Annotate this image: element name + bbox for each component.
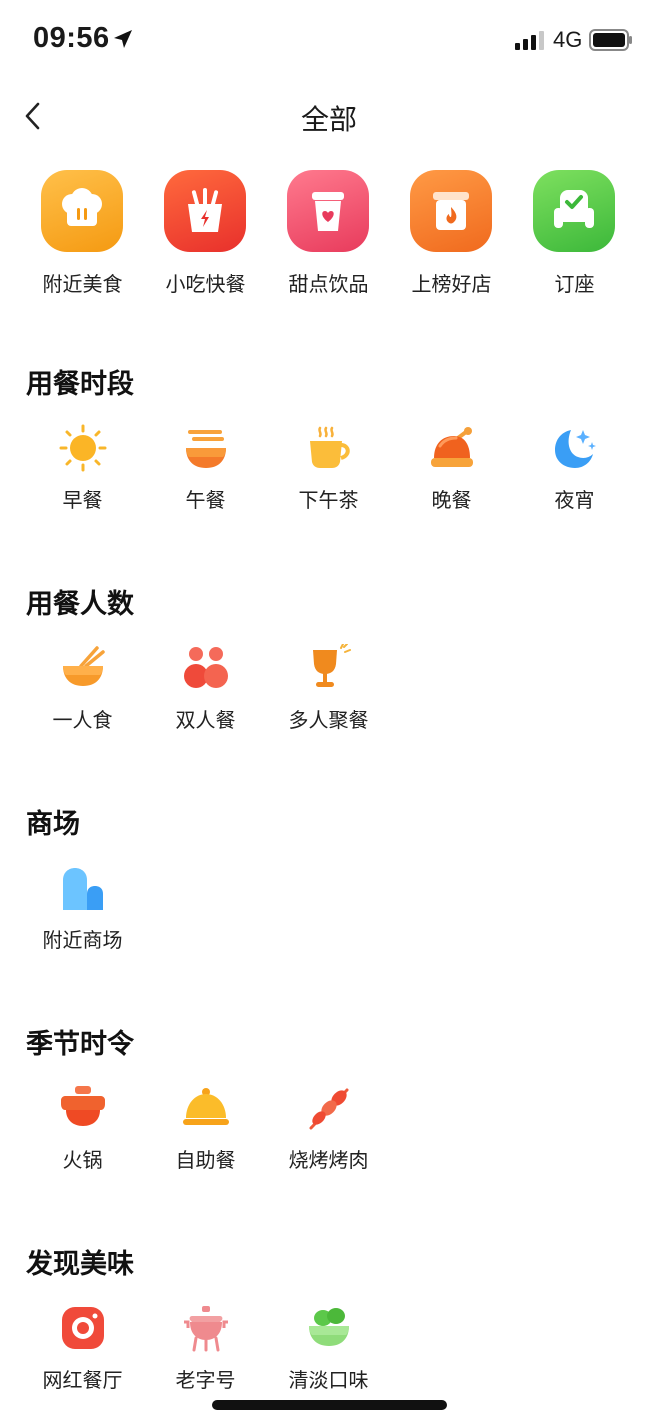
item-afternoon-tea[interactable]: 下午茶 [267, 424, 390, 536]
category-label: 上榜好店 [411, 272, 492, 296]
item-label: 午餐 [185, 488, 226, 512]
ancient-cauldron-icon [184, 1306, 228, 1352]
item-nearby-mall[interactable]: 附近商场 [21, 864, 144, 976]
category-label: 小吃快餐 [165, 272, 246, 296]
item-lunch[interactable]: 午餐 [144, 424, 267, 536]
item-solo-dining[interactable]: 一人食 [21, 644, 144, 756]
item-label: 老字号 [175, 1368, 236, 1392]
chef-hat-icon [41, 170, 123, 252]
category-top-ranked-stores[interactable]: 上榜好店 [390, 170, 513, 300]
drink-cup-icon [287, 170, 369, 252]
section-mall: 商场 附近商场 [0, 802, 658, 992]
section-title: 季节时令 [26, 1029, 134, 1060]
two-people-icon [184, 647, 228, 688]
noodle-bowl-icon [186, 430, 226, 468]
salad-bowl-icon [309, 1308, 349, 1346]
item-late-night-snack[interactable]: 夜宵 [513, 424, 636, 536]
rice-bowl-icon [63, 646, 105, 686]
category-dessert-drinks[interactable]: 甜点饮品 [267, 170, 390, 300]
hotpot-icon [61, 1086, 105, 1126]
sun-icon [59, 424, 107, 472]
reserved-seat-icon [533, 170, 615, 252]
section-party-size: 用餐人数 一人食 双人餐 多人聚餐 [0, 582, 658, 772]
roast-chicken-icon [431, 427, 473, 467]
bbq-skewer-icon [309, 1088, 349, 1130]
battery-icon [589, 29, 632, 51]
item-label: 烧烤烤肉 [288, 1148, 369, 1172]
item-label: 下午茶 [298, 488, 359, 512]
coffee-cup-icon [310, 426, 350, 468]
food-cloche-icon [183, 1088, 229, 1125]
top-category-grid: 附近美食 小吃快餐 甜点饮品 上榜好店 订座 [0, 170, 658, 300]
section-meal-time: 用餐时段 早餐 午餐 下午茶 晚餐 夜宵 [0, 362, 658, 552]
fries-box-icon [164, 170, 246, 252]
item-label: 双人餐 [175, 708, 236, 732]
mall-building-icon [63, 868, 103, 910]
item-trendy-restaurant[interactable]: 网红餐厅 [21, 1304, 144, 1416]
item-double-dining[interactable]: 双人餐 [144, 644, 267, 756]
item-breakfast[interactable]: 早餐 [21, 424, 144, 536]
status-bar: 09:56 4G [0, 0, 658, 80]
signal-strength-icon [515, 31, 544, 50]
category-label: 订座 [554, 272, 595, 296]
item-label: 夜宵 [554, 488, 595, 512]
section-title: 发现美味 [26, 1249, 134, 1280]
section-title: 商场 [26, 809, 80, 840]
section-title: 用餐时段 [26, 369, 134, 400]
item-label: 多人聚餐 [288, 708, 369, 732]
item-label: 自助餐 [175, 1148, 236, 1172]
item-label: 晚餐 [431, 488, 472, 512]
item-bbq[interactable]: 烧烤烤肉 [267, 1084, 390, 1196]
item-label: 清淡口味 [288, 1368, 369, 1392]
wine-glass-icon [313, 644, 351, 687]
status-time: 09:56 [33, 22, 110, 54]
category-label: 甜点饮品 [288, 272, 369, 296]
section-seasonal: 季节时令 火锅 自助餐 烧烤烤肉 [0, 1022, 658, 1212]
item-label: 网红餐厅 [42, 1368, 123, 1392]
item-label: 火锅 [62, 1148, 103, 1172]
section-discover: 发现美味 网红餐厅 老字号 清淡口味 [0, 1242, 658, 1425]
page-title: 全部 [300, 103, 357, 136]
item-label: 早餐 [62, 488, 103, 512]
network-type: 4G [553, 27, 583, 52]
item-label: 一人食 [52, 708, 113, 732]
category-snack-fastfood[interactable]: 小吃快餐 [144, 170, 267, 300]
section-title: 用餐人数 [26, 589, 134, 620]
item-group-dining[interactable]: 多人聚餐 [267, 644, 390, 756]
category-label: 附近美食 [42, 272, 123, 296]
location-arrow-icon [114, 30, 132, 48]
item-dinner[interactable]: 晚餐 [390, 424, 513, 536]
moon-stars-icon [555, 430, 596, 468]
nav-bar: 全部 [0, 90, 658, 142]
category-nearby-food[interactable]: 附近美食 [21, 170, 144, 300]
hot-store-icon [410, 170, 492, 252]
item-buffet[interactable]: 自助餐 [144, 1084, 267, 1196]
camera-icon [62, 1307, 104, 1349]
category-reserve-seat[interactable]: 订座 [513, 170, 636, 300]
item-hotpot[interactable]: 火锅 [21, 1084, 144, 1196]
home-indicator[interactable] [212, 1400, 447, 1410]
item-label: 附近商场 [42, 928, 123, 952]
